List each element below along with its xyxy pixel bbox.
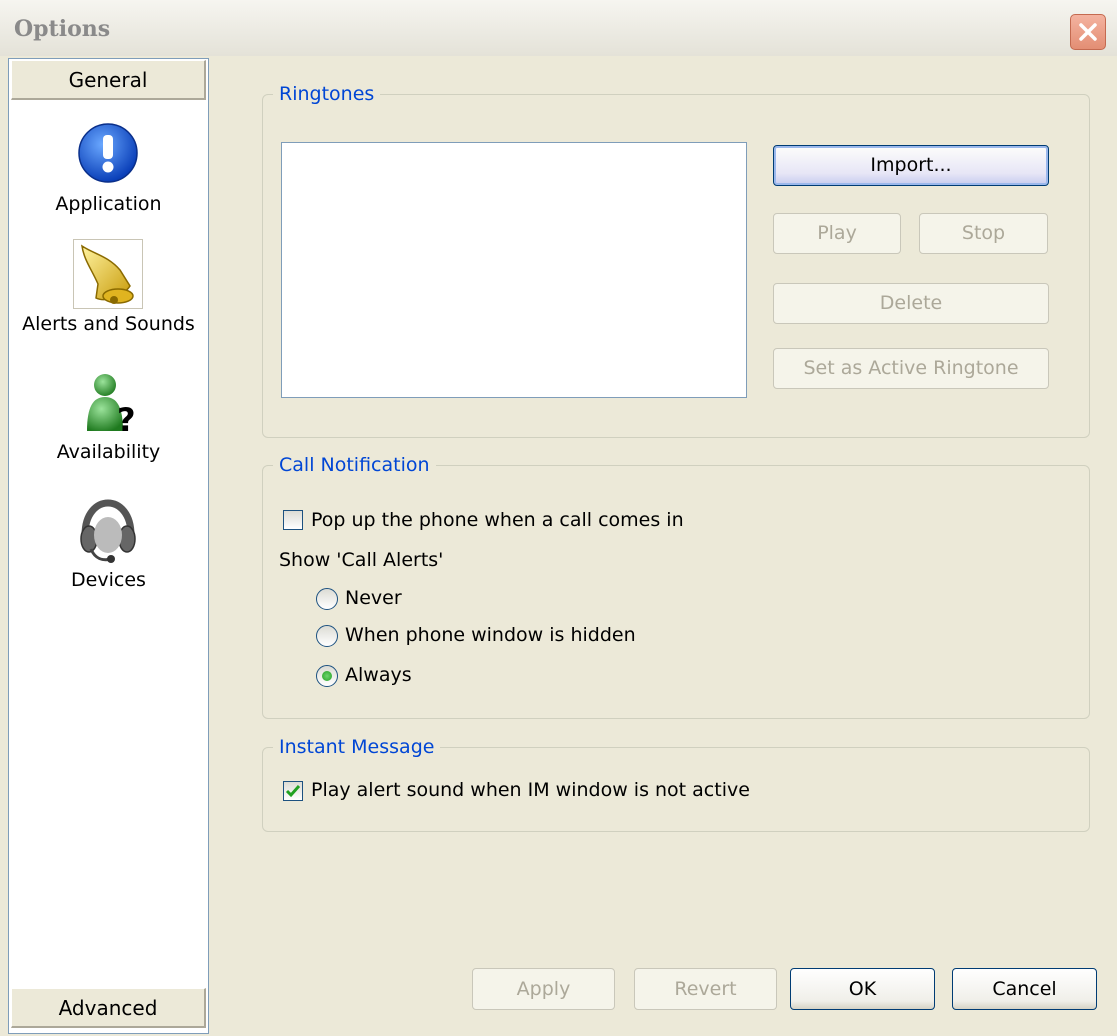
svg-text:?: ? — [117, 401, 136, 437]
revert-button[interactable]: Revert — [634, 968, 777, 1010]
close-button[interactable] — [1070, 14, 1106, 50]
category-sidebar: General Application Alerts and Sounds ? … — [8, 58, 209, 1034]
sidebar-item-label: Alerts and Sounds — [22, 313, 195, 335]
title-bar: Options — [0, 0, 1117, 56]
popup-phone-label: Pop up the phone when a call comes in — [311, 509, 684, 531]
cancel-button[interactable]: Cancel — [952, 968, 1097, 1010]
radio-never[interactable] — [316, 588, 338, 610]
user-question-icon: ? — [73, 367, 143, 439]
radio-selected-dot — [322, 671, 332, 681]
sidebar-header-general[interactable]: General — [11, 60, 206, 100]
apply-button[interactable]: Apply — [472, 968, 615, 1010]
info-icon — [73, 119, 143, 189]
checkmark-icon — [285, 785, 301, 798]
call-notification-legend: Call Notification — [273, 453, 436, 477]
im-alert-checkbox[interactable] — [283, 781, 303, 801]
radio-when-hidden[interactable] — [316, 625, 338, 647]
sidebar-header-advanced[interactable]: Advanced — [11, 988, 206, 1028]
sidebar-item-label: Application — [55, 193, 162, 215]
window-title: Options — [14, 16, 111, 42]
radio-when-hidden-label: When phone window is hidden — [345, 624, 636, 646]
import-button[interactable]: Import... — [773, 145, 1049, 186]
set-active-ringtone-button[interactable]: Set as Active Ringtone — [773, 348, 1049, 389]
ringtones-legend: Ringtones — [273, 82, 381, 106]
radio-always[interactable] — [316, 665, 338, 687]
radio-always-label: Always — [345, 664, 412, 686]
bell-icon — [73, 239, 143, 309]
radio-never-label: Never — [345, 587, 402, 609]
ringtones-list[interactable] — [281, 142, 747, 398]
stop-button[interactable]: Stop — [919, 213, 1048, 254]
play-button[interactable]: Play — [773, 213, 901, 254]
instant-message-legend: Instant Message — [273, 735, 441, 759]
ok-button[interactable]: OK — [790, 968, 935, 1010]
sidebar-item-label: Availability — [56, 441, 161, 463]
sidebar-item-label: Devices — [71, 569, 146, 591]
delete-button[interactable]: Delete — [773, 283, 1049, 324]
im-alert-label: Play alert sound when IM window is not a… — [311, 779, 750, 801]
close-icon — [1079, 23, 1097, 41]
headset-icon — [73, 495, 143, 565]
popup-phone-checkbox[interactable] — [283, 510, 303, 530]
show-call-alerts-label: Show 'Call Alerts' — [279, 549, 444, 571]
